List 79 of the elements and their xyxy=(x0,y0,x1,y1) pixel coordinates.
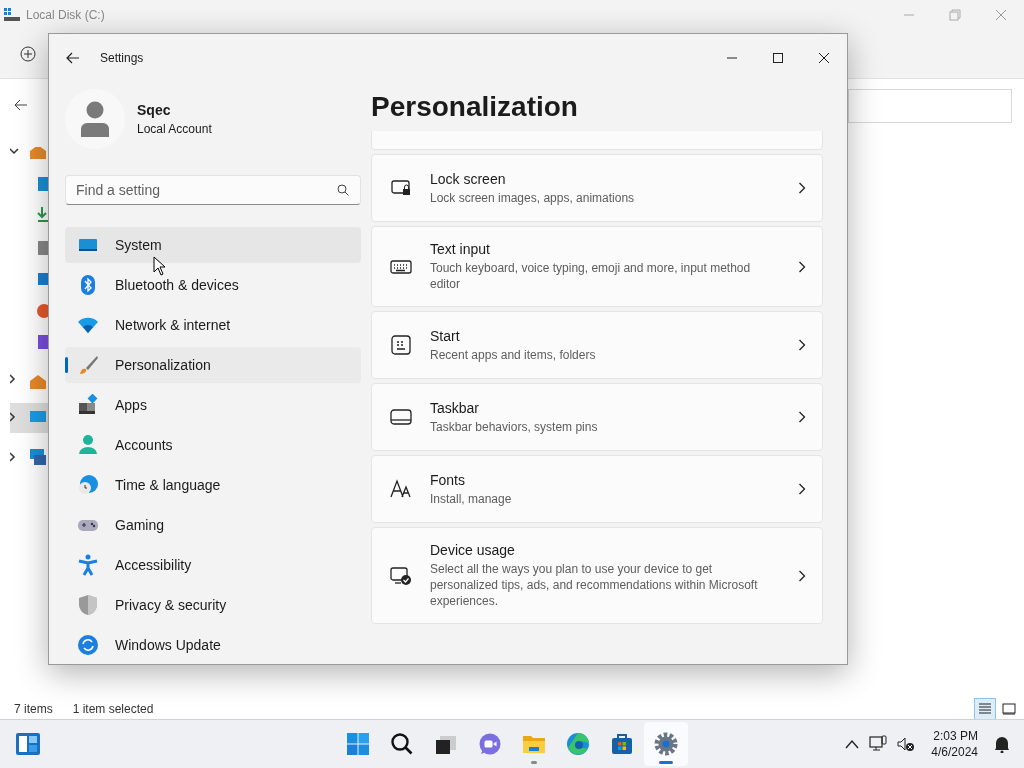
clock-date[interactable]: 4/6/2024 xyxy=(931,744,978,760)
card-description: Select all the ways you plan to use your device to get personalized tips, ads, and recommendations within Microsoft experiences. xyxy=(430,561,759,609)
chevron-right-icon xyxy=(798,483,806,495)
user-name: Sqec xyxy=(137,102,172,118)
settings-card[interactable]: Lock screen Lock screen images, apps, animations xyxy=(371,154,823,222)
notification-bell-icon[interactable] xyxy=(994,735,1010,753)
card-title: Taskbar xyxy=(430,399,481,416)
chevron-right-icon xyxy=(798,339,806,351)
back-arrow-icon[interactable] xyxy=(14,99,28,111)
refresh-icon xyxy=(77,634,99,656)
status-text: 7 items xyxy=(14,702,53,716)
details-view-button[interactable] xyxy=(974,698,996,720)
device-check-icon xyxy=(390,564,412,587)
new-icon[interactable] xyxy=(20,46,36,62)
fonts-icon xyxy=(390,478,412,500)
settings-card[interactable]: Start Recent apps and items, folders xyxy=(371,311,823,379)
tiles-icon xyxy=(1002,703,1016,715)
nav-item[interactable]: Gaming xyxy=(65,507,361,543)
clock-icon xyxy=(77,474,99,496)
card-description: Lock screen images, apps, animations xyxy=(430,189,636,206)
card-description: Recent apps and items, folders xyxy=(430,346,597,363)
page-title: Personalization xyxy=(371,91,579,124)
network-icon[interactable] xyxy=(869,735,888,753)
address-field[interactable] xyxy=(848,89,1012,123)
settings-card[interactable]: Text input Touch keyboard, voice typing, emoji and more, input method editor xyxy=(371,226,823,307)
card-title: Device usage xyxy=(430,542,516,558)
brush-icon xyxy=(77,354,99,376)
account-type: Local Account xyxy=(137,122,212,136)
nav-item[interactable]: Network & internet xyxy=(65,307,361,343)
settings-card[interactable]: Device usage Select all the ways you plan to use your device to get personalized tips, ads, and recommendations within Microsoft experiences. xyxy=(371,527,823,624)
window-title: Local Disk (C:) xyxy=(26,8,105,22)
browser-icon[interactable] xyxy=(566,732,590,756)
window-title: Settings xyxy=(100,50,144,65)
nav-item[interactable]: Time & language xyxy=(65,467,361,503)
accessibility-icon xyxy=(77,554,99,576)
taskbar-icon xyxy=(390,406,412,428)
status-text: 1 item selected xyxy=(72,702,154,716)
nav-item[interactable]: Privacy & security xyxy=(65,587,361,623)
apps-icon xyxy=(77,394,99,416)
settings-card[interactable]: Taskbar Taskbar behaviors, system pins xyxy=(371,383,823,451)
nav-item[interactable]: Accessibility xyxy=(65,547,361,583)
chevron-right-icon xyxy=(798,182,806,194)
card-description: Taskbar behaviors, system pins xyxy=(430,418,599,435)
nav-item[interactable]: Windows Update xyxy=(65,627,361,663)
clock-time[interactable]: 2:03 PM xyxy=(933,728,978,744)
start-menu-icon xyxy=(390,334,412,356)
search-icon[interactable] xyxy=(390,732,414,756)
card-description: Touch keyboard, voice typing, emoji and more, input method editor xyxy=(430,260,752,292)
chevron-right-icon xyxy=(798,260,806,273)
maximize-icon[interactable] xyxy=(772,51,784,64)
back-arrow-icon[interactable] xyxy=(66,51,80,64)
person-icon xyxy=(80,101,110,137)
card-description: Install, manage xyxy=(430,490,513,507)
card-title: Text input xyxy=(430,241,491,257)
settings-card[interactable]: Fonts Install, manage xyxy=(371,455,823,523)
nav-item[interactable]: Personalization xyxy=(65,347,361,383)
close-icon[interactable] xyxy=(818,51,830,64)
gear-icon[interactable] xyxy=(654,732,678,756)
chat-icon[interactable] xyxy=(478,732,502,756)
card-title: Lock screen xyxy=(430,170,507,187)
search-icon[interactable] xyxy=(337,184,349,196)
nav-item[interactable]: Accounts xyxy=(65,427,361,463)
card-title: Start xyxy=(430,327,461,344)
widgets-icon[interactable] xyxy=(16,733,40,755)
list-icon xyxy=(978,703,992,715)
windows-logo-icon[interactable] xyxy=(346,732,370,756)
chevron-right-icon xyxy=(798,411,806,423)
nav-item[interactable]: System xyxy=(65,227,361,263)
card-title: Fonts xyxy=(430,471,466,488)
shield-icon xyxy=(77,594,99,616)
drive-icon xyxy=(4,8,20,22)
person-icon xyxy=(77,434,99,456)
mouse-cursor-icon xyxy=(153,256,166,276)
search-field[interactable]: Find a setting xyxy=(65,175,361,205)
nav-item[interactable]: Apps xyxy=(65,387,361,423)
chevron-up-icon[interactable] xyxy=(845,739,860,749)
muted-speaker-icon[interactable] xyxy=(897,736,916,752)
store-icon[interactable] xyxy=(610,732,634,756)
chevron-right-icon xyxy=(798,569,806,582)
